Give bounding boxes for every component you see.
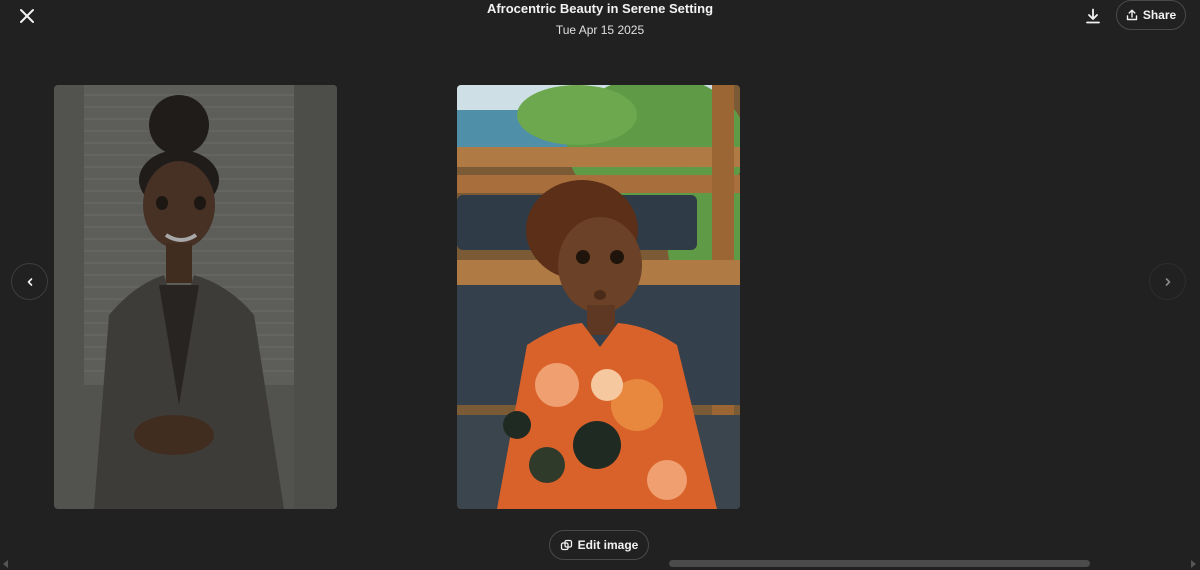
edit-image-icon xyxy=(560,539,572,550)
share-icon xyxy=(1126,9,1138,21)
edit-image-button[interactable]: Edit image xyxy=(549,530,649,560)
previous-image[interactable] xyxy=(54,85,337,509)
image-title: Afrocentric Beauty in Serene Setting xyxy=(486,1,714,16)
scroll-left-arrow-icon[interactable] xyxy=(3,560,8,568)
edit-image-label: Edit image xyxy=(577,538,639,552)
scrollbar-thumb[interactable] xyxy=(669,560,1090,567)
share-label: Share xyxy=(1142,8,1177,22)
scroll-right-arrow-icon[interactable] xyxy=(1191,560,1196,568)
chevron-left-icon xyxy=(27,277,32,286)
download-icon xyxy=(1086,8,1100,24)
next-button[interactable] xyxy=(1149,263,1186,300)
download-button[interactable] xyxy=(1081,4,1105,28)
image-viewer: Afrocentric Beauty in Serene Setting Tue… xyxy=(0,0,1200,570)
current-image xyxy=(457,85,740,509)
dim-overlay xyxy=(54,85,337,509)
current-image-illustration xyxy=(457,85,740,509)
header-title-block: Afrocentric Beauty in Serene Setting Tue… xyxy=(0,0,1200,38)
horizontal-scrollbar[interactable] xyxy=(0,557,1200,570)
previous-button[interactable] xyxy=(11,263,48,300)
image-date: Tue Apr 15 2025 xyxy=(555,23,645,37)
share-button[interactable]: Share xyxy=(1116,0,1186,30)
chevron-right-icon xyxy=(1165,277,1170,286)
